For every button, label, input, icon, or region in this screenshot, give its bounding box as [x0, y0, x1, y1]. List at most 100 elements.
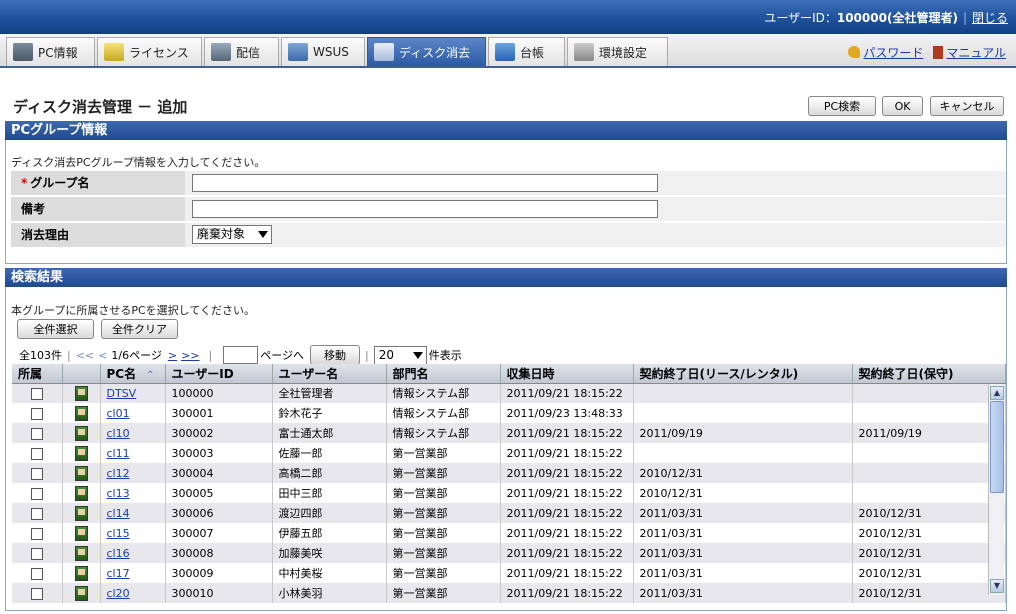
- pc-name-link[interactable]: cl13: [107, 487, 130, 500]
- pc-icon: [13, 43, 33, 61]
- settings-icon: [574, 43, 594, 61]
- col-pc-name[interactable]: PC名 ⌃: [100, 364, 166, 384]
- results-panel-hint: 本グループに所属させるPCを選択してください。: [11, 304, 255, 317]
- pc-status-icon: [74, 465, 88, 481]
- manual-link[interactable]: マニュアル: [946, 46, 1006, 60]
- membership-checkbox[interactable]: [30, 467, 43, 480]
- user-id-cell: 300004: [165, 463, 273, 483]
- collected-at-cell: 2011/09/23 13:48:33: [500, 403, 634, 423]
- license-icon: [104, 43, 124, 61]
- membership-checkbox[interactable]: [30, 487, 43, 500]
- close-link[interactable]: 閉じる: [972, 11, 1008, 25]
- user-name-cell: 富士通太郎: [272, 423, 387, 443]
- department-cell: 第一営業部: [386, 483, 501, 503]
- user-id-cell: 300010: [165, 583, 273, 603]
- total-count: 全103件: [19, 349, 62, 362]
- membership-checkbox[interactable]: [30, 547, 43, 560]
- user-name-cell: 渡辺四郎: [272, 503, 387, 523]
- key-icon: [848, 46, 861, 58]
- pc-name-link[interactable]: cl10: [107, 427, 130, 440]
- col-lease-end[interactable]: 契約終了日(リース/レンタル): [633, 364, 853, 384]
- password-link[interactable]: パスワード: [863, 46, 923, 60]
- pc-name-link[interactable]: DTSV: [107, 387, 137, 400]
- membership-checkbox[interactable]: [30, 527, 43, 540]
- ok-button[interactable]: OK: [882, 96, 923, 116]
- membership-checkbox[interactable]: [30, 427, 43, 440]
- page-number-input[interactable]: [223, 346, 259, 364]
- per-page-select[interactable]: 20: [373, 345, 427, 365]
- reason-select[interactable]: 廃棄対象: [192, 225, 272, 244]
- lease-end-cell: 2011/03/31: [633, 563, 853, 583]
- table-scrollbar[interactable]: ▲ ▼: [988, 384, 1004, 595]
- membership-checkbox[interactable]: [30, 447, 43, 460]
- col-department[interactable]: 部門名: [386, 364, 501, 384]
- col-maintenance-end[interactable]: 契約終了日(保守): [852, 364, 1006, 384]
- lease-end-cell: [633, 383, 853, 403]
- collected-at-cell: 2011/09/21 18:15:22: [500, 583, 634, 603]
- wsus-icon: [288, 43, 308, 61]
- col-user-id[interactable]: ユーザーID: [165, 364, 273, 384]
- ledger-icon: [495, 43, 515, 61]
- select-all-button[interactable]: 全件選択: [17, 319, 94, 339]
- pc-name-link[interactable]: cl01: [107, 407, 130, 420]
- pc-status-icon: [74, 405, 88, 421]
- pc-name-link[interactable]: cl20: [107, 587, 130, 600]
- pc-search-button[interactable]: PC検索: [808, 96, 876, 116]
- tab-ledger[interactable]: 台帳: [488, 37, 565, 66]
- tab-license[interactable]: ライセンス: [97, 37, 202, 66]
- table-row: cl10 300002 富士通太郎 情報システム部 2011/09/21 18:15:2…: [12, 423, 1006, 443]
- maintenance-end-cell: [852, 383, 1006, 403]
- cancel-button[interactable]: キャンセル: [930, 96, 1004, 116]
- maintenance-end-cell: 2011/09/19: [852, 423, 1006, 443]
- col-collected-at[interactable]: 収集日時: [500, 364, 634, 384]
- department-cell: 第一営業部: [386, 503, 501, 523]
- department-cell: 第一営業部: [386, 563, 501, 583]
- membership-checkbox[interactable]: [30, 567, 43, 580]
- pc-name-link[interactable]: cl14: [107, 507, 130, 520]
- pc-status-icon: [74, 505, 88, 521]
- membership-checkbox[interactable]: [30, 407, 43, 420]
- page-to-label: ページへ: [260, 349, 305, 362]
- scroll-down-icon[interactable]: ▼: [990, 579, 1004, 593]
- tab-settings[interactable]: 環境設定: [567, 37, 668, 66]
- table-row: DTSV 100000 全社管理者 情報システム部 2011/09/21 18:15:2…: [12, 383, 1006, 403]
- col-user-name[interactable]: ユーザー名: [272, 364, 387, 384]
- pc-name-link[interactable]: cl15: [107, 527, 130, 540]
- maintenance-end-cell: [852, 483, 1006, 503]
- user-id-cell: 300007: [165, 523, 273, 543]
- membership-checkbox[interactable]: [30, 507, 43, 520]
- collected-at-cell: 2011/09/21 18:15:22: [500, 523, 634, 543]
- tab-distribution[interactable]: 配信: [204, 37, 279, 66]
- last-page-link[interactable]: >>: [181, 349, 199, 362]
- user-info: ユーザーID：100000(全社管理者) | 閉じる: [764, 9, 1008, 26]
- membership-checkbox[interactable]: [30, 387, 43, 400]
- lease-end-cell: 2011/03/31: [633, 583, 853, 603]
- main-nav: PC情報 ライセンス 配信 WSUS ディスク消去 台帳 環境設定 パスワード マ…: [0, 34, 1016, 68]
- lease-end-cell: [633, 403, 853, 423]
- next-page-link[interactable]: >: [168, 349, 177, 362]
- scroll-up-icon[interactable]: ▲: [990, 386, 1004, 400]
- pc-status-icon: [74, 545, 88, 561]
- remarks-input[interactable]: [192, 200, 658, 218]
- pc-name-link[interactable]: cl12: [107, 467, 130, 480]
- pc-name-link[interactable]: cl16: [107, 547, 130, 560]
- user-id-cell: 300005: [165, 483, 273, 503]
- col-membership: 所属: [12, 364, 63, 384]
- tab-pc-info[interactable]: PC情報: [6, 37, 95, 66]
- move-button[interactable]: 移動: [310, 345, 361, 365]
- collected-at-cell: 2011/09/21 18:15:22: [500, 563, 634, 583]
- results-panel-header: 検索結果: [5, 268, 1007, 287]
- lease-end-cell: 2010/12/31: [633, 483, 853, 503]
- user-id-label: ユーザーID：: [764, 11, 837, 25]
- scroll-thumb[interactable]: [990, 401, 1004, 493]
- tab-disk-erase[interactable]: ディスク消去: [367, 37, 486, 66]
- tab-wsus[interactable]: WSUS: [281, 37, 365, 66]
- pc-name-link[interactable]: cl17: [107, 567, 130, 580]
- book-icon: [933, 46, 944, 59]
- pc-name-link[interactable]: cl11: [107, 447, 130, 460]
- clear-all-button[interactable]: 全件クリア: [101, 319, 178, 339]
- table-row: cl15 300007 伊藤五郎 第一営業部 2011/09/21 18:15:22 20…: [12, 523, 1006, 543]
- group-name-input[interactable]: [192, 174, 658, 192]
- membership-checkbox[interactable]: [30, 587, 43, 600]
- lease-end-cell: 2011/09/19: [633, 423, 853, 443]
